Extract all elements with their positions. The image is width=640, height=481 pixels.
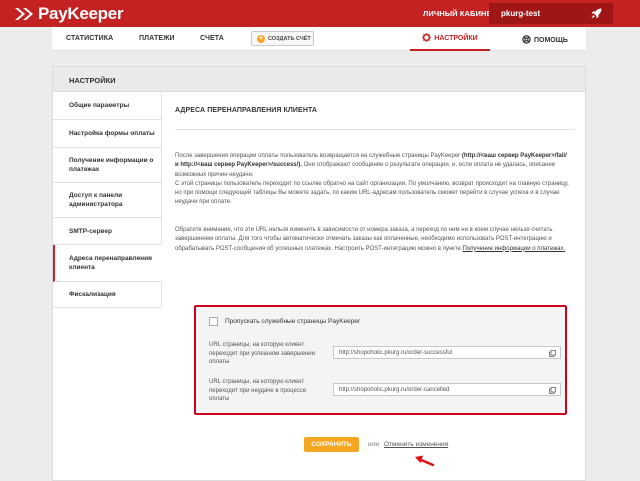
intro-text-a: После завершения операции оплаты пользов… — [175, 153, 461, 159]
sidebar-item-label: Фискализация — [69, 291, 116, 298]
fail-url-label: URL страницы, на которую клиент переходи… — [209, 379, 307, 402]
page-title: АДРЕСА ПЕРЕНАПРАВЛЕНИЯ КЛИЕНТА — [175, 107, 318, 114]
cabinet-label: ЛИЧНЫЙ КАБИНЕТ: — [423, 9, 499, 18]
create-invoice-label: СОЗДАТЬ СЧЁТ — [268, 35, 311, 42]
fail-url-field[interactable]: http://shopoholic.pkurg.ru/order-cancell… — [333, 383, 561, 396]
sidebar-item-general[interactable]: Общие параметры — [53, 92, 162, 120]
fail-url-value: http://shopoholic.pkurg.ru/order-cancell… — [339, 387, 450, 393]
sidebar-item-payment-info[interactable]: Получение информации о платежах — [53, 148, 162, 183]
intro-paragraph: После завершения операции оплаты пользов… — [175, 152, 570, 208]
red-arrow-icon — [413, 454, 435, 470]
sidebar-item-label: Доступ к панели администратора — [69, 192, 123, 208]
nav-statistics[interactable]: СТАТИСТИКА — [66, 35, 113, 42]
divider — [175, 129, 575, 130]
sidebar-item-payment-form[interactable]: Настройка формы оплаты — [53, 120, 162, 148]
main-nav: СТАТИСТИКА ПЛАТЕЖИ СЧЕТА + СОЗДАТЬ СЧЁТ … — [52, 27, 586, 51]
create-invoice-button[interactable]: + СОЗДАТЬ СЧЁТ — [251, 31, 314, 46]
sidebar-item-label: Настройка формы оплаты — [69, 130, 155, 137]
sidebar-item-fiscalization[interactable]: Фискализация — [53, 282, 162, 308]
redirect-form: Пропускать служебные страницы PayKeeper … — [194, 305, 567, 415]
save-button[interactable]: СОХРАНИТЬ — [304, 437, 359, 452]
success-url-field[interactable]: http://shopoholic.pkurg.ru/order-success… — [333, 346, 561, 359]
sidebar-item-smtp[interactable]: SMTP-сервер — [53, 218, 162, 245]
success-url-label: URL страницы, на которую клиент переходи… — [209, 342, 315, 365]
notice-paragraph: Обратите внимание, что эти URL нельзя из… — [175, 226, 570, 254]
cancel-changes-link[interactable]: Отменить изменения — [384, 441, 448, 448]
sidebar-item-label: Адреса перенаправления клиента — [69, 255, 152, 271]
skip-pages-label[interactable]: Пропускать служебные страницы PayKeeper — [225, 318, 360, 325]
settings-panel: НАСТРОЙКИ Общие параметры Настройка форм… — [52, 66, 586, 481]
lifebuoy-icon — [522, 35, 531, 46]
sidebar-item-admin-access[interactable]: Доступ к панели администратора — [53, 183, 162, 218]
copy-icon[interactable] — [549, 387, 556, 396]
username: pkurg-test — [501, 9, 541, 18]
nav-payments[interactable]: ПЛАТЕЖИ — [139, 35, 175, 42]
or-text: или — [368, 441, 380, 448]
rocket-icon[interactable] — [590, 7, 603, 22]
gear-icon — [422, 32, 431, 44]
nav-invoices[interactable]: СЧЕТА — [200, 35, 224, 42]
copy-icon[interactable] — [549, 350, 556, 359]
sidebar-item-label: Общие параметры — [69, 102, 130, 109]
tab-settings-label: НАСТРОЙКИ — [434, 34, 478, 42]
sidebar-item-label: SMTP-сервер — [69, 227, 112, 235]
double-chevron-logo-icon — [14, 7, 34, 21]
skip-pages-checkbox[interactable] — [209, 317, 218, 326]
tab-settings[interactable]: НАСТРОЙКИ — [410, 27, 490, 51]
nav-help-label: ПОМОЩЬ — [534, 37, 568, 44]
sidebar-item-redirect-urls[interactable]: Адреса перенаправления клиента — [53, 245, 162, 282]
logo[interactable]: PayKeeper — [14, 4, 124, 23]
intro-text-d: С этой страницы пользователь переходит п… — [175, 180, 569, 206]
settings-sidebar: Общие параметры Настройка формы оплаты П… — [53, 92, 162, 308]
top-bar: PayKeeper ЛИЧНЫЙ КАБИНЕТ: pkurg-test — [0, 0, 640, 27]
panel-title: НАСТРОЙКИ — [53, 67, 585, 92]
success-url-value: http://shopoholic.pkurg.ru/order-success… — [339, 350, 453, 356]
brand-name: PayKeeper — [38, 4, 124, 23]
nav-help[interactable]: ПОМОЩЬ — [522, 35, 568, 46]
sidebar-item-label: Получение информации о платежах — [69, 157, 154, 173]
plus-icon: + — [257, 34, 265, 43]
payment-info-link[interactable]: Получение информации о платежах. — [463, 246, 566, 252]
user-menu[interactable]: pkurg-test — [489, 3, 613, 24]
